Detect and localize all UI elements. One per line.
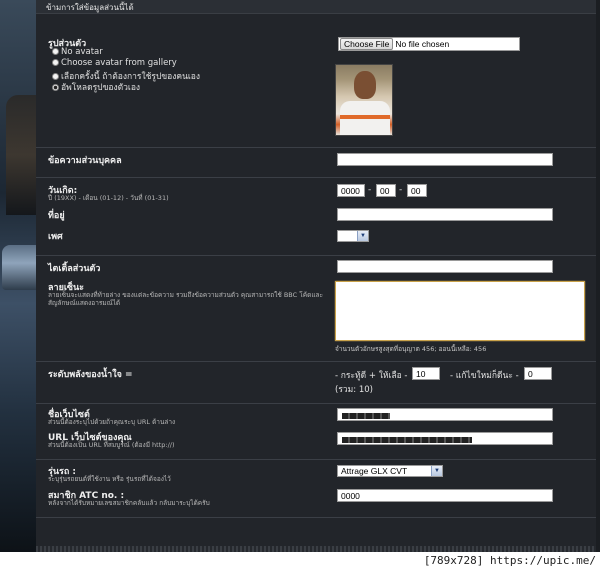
avatar-file-input[interactable]: Choose File No file chosen bbox=[338, 37, 520, 51]
website-section: ชื่อเว็บไซต์ ส่วนนี้ต้องระบุไปด้วยถ้าคุณ… bbox=[36, 404, 596, 460]
atc-member-input[interactable]: 0000 bbox=[337, 489, 553, 502]
reputation-plus-text: - กระทู้ดี + ให้เลือ - bbox=[335, 371, 408, 381]
avatar-section: รูปส่วนตัว No avatar Choose avatar from … bbox=[36, 15, 596, 148]
signature-desc-line1: ลายเซ็นจะแสดงที่ท้ายล่าง ของแต่ละข้อความ… bbox=[48, 291, 323, 299]
location-input[interactable] bbox=[337, 208, 553, 221]
watermark-text: [789x728] https://upic.me/ bbox=[423, 554, 596, 567]
birthday-location-section: วันเกิด: ปี (19XX) - เดือน (01-12) - วัน… bbox=[36, 178, 596, 256]
gender-select[interactable]: ▼ bbox=[337, 230, 369, 242]
reputation-minus-input[interactable]: 0 bbox=[524, 367, 552, 380]
location-label: ที่อยู่ bbox=[48, 211, 65, 221]
file-status: No file chosen bbox=[395, 39, 450, 49]
car-model-select[interactable]: Attrage GLX CVT ▼ bbox=[337, 465, 443, 477]
car-model-desc: ระบุรุ่นรถยนต์ที่ใช้งาน หรือ รุ่นรถที่ได… bbox=[48, 475, 171, 483]
birthday-day-input[interactable]: 00 bbox=[407, 184, 427, 197]
radio-icon[interactable] bbox=[52, 59, 59, 66]
chevron-down-icon[interactable]: ▼ bbox=[357, 231, 368, 241]
avatar-shirt-stripe bbox=[340, 115, 390, 119]
choose-file-button[interactable]: Choose File bbox=[340, 38, 394, 50]
signature-textarea[interactable] bbox=[335, 281, 585, 341]
website-url-desc: ส่วนนี้ต้องเป็น URL ที่สมบูรณ์ (ต้องมี h… bbox=[48, 441, 175, 449]
background-image-strip bbox=[0, 0, 36, 552]
car-atc-section: รุ่นรถ : ระบุรุ่นรถยนต์ที่ใช้งาน หรือ รุ… bbox=[36, 460, 596, 518]
chevron-down-icon[interactable]: ▼ bbox=[431, 466, 442, 476]
birthday-year-input[interactable]: 0000 bbox=[337, 184, 365, 197]
custom-title-label: ไตเติ้ลส่วนตัว bbox=[48, 264, 101, 274]
birthday-hint: ปี (19XX) - เดือน (01-12) - วันที่ (01-3… bbox=[48, 194, 169, 202]
profile-form-panel: ข้ามการใส่ข้อมูลส่วนนี้ได้ รูปส่วนตัว No… bbox=[36, 0, 596, 552]
reputation-section: ระดับพลังของน้ำใจ = - กระทู้ดี + ให้เลือ… bbox=[36, 362, 596, 404]
reputation-minus-text: - แก้ไขใหม่ก็ดีนะ - bbox=[450, 371, 519, 381]
panel-title: ข้ามการใส่ข้อมูลส่วนนี้ได้ bbox=[36, 0, 596, 14]
avatar-face bbox=[354, 71, 376, 99]
title-signature-section: ไตเติ้ลส่วนตัว ลายเซ็นะ ลายเซ็นจะแสดงที่… bbox=[36, 256, 596, 362]
website-url-input[interactable] bbox=[337, 432, 553, 445]
avatar-option-none[interactable]: No avatar bbox=[52, 47, 103, 57]
personal-message-label: ข้อความส่วนบุคคล bbox=[48, 156, 122, 166]
signature-char-count: จำนวนตัวอักษรสูงสุดที่อนุญาต 456; ออนนี้… bbox=[335, 345, 487, 353]
background-person bbox=[6, 95, 36, 215]
background-car bbox=[2, 245, 36, 290]
reputation-total: (รวม: 10) bbox=[335, 385, 373, 395]
redacted-text bbox=[342, 437, 472, 443]
atc-member-desc: หลังจากได้รับหมายเลขสมาชิกคลับแล้ว กลับม… bbox=[48, 499, 210, 507]
avatar-option-upload[interactable]: อัพโหลดรูปของตัวเอง bbox=[52, 80, 140, 94]
watermark-bar: [789x728] https://upic.me/ bbox=[0, 552, 600, 572]
gender-label: เพศ bbox=[48, 232, 63, 242]
birthday-separator: - bbox=[399, 185, 403, 195]
avatar-image bbox=[335, 64, 393, 136]
website-name-input[interactable] bbox=[337, 408, 553, 421]
radio-icon[interactable] bbox=[52, 48, 59, 55]
redacted-text bbox=[342, 413, 390, 419]
custom-title-input[interactable] bbox=[337, 260, 553, 273]
personal-message-input[interactable] bbox=[337, 153, 553, 166]
radio-icon[interactable] bbox=[52, 73, 59, 80]
signature-desc-line2: สัญลักษณ์แสดงอารมณ์ได้ bbox=[48, 299, 121, 307]
birthday-month-input[interactable]: 00 bbox=[376, 184, 396, 197]
reputation-label: ระดับพลังของน้ำใจ = bbox=[48, 370, 133, 380]
personal-message-section: ข้อความส่วนบุคคล bbox=[36, 148, 596, 178]
birthday-separator: - bbox=[368, 185, 372, 195]
radio-checked-icon[interactable] bbox=[52, 84, 59, 91]
avatar-option-gallery[interactable]: Choose avatar from gallery bbox=[52, 58, 177, 68]
reputation-plus-input[interactable]: 10 bbox=[412, 367, 440, 380]
website-name-desc: ส่วนนี้ต้องระบุไปด้วยถ้าคุณระบุ URL ด้าน… bbox=[48, 418, 176, 426]
